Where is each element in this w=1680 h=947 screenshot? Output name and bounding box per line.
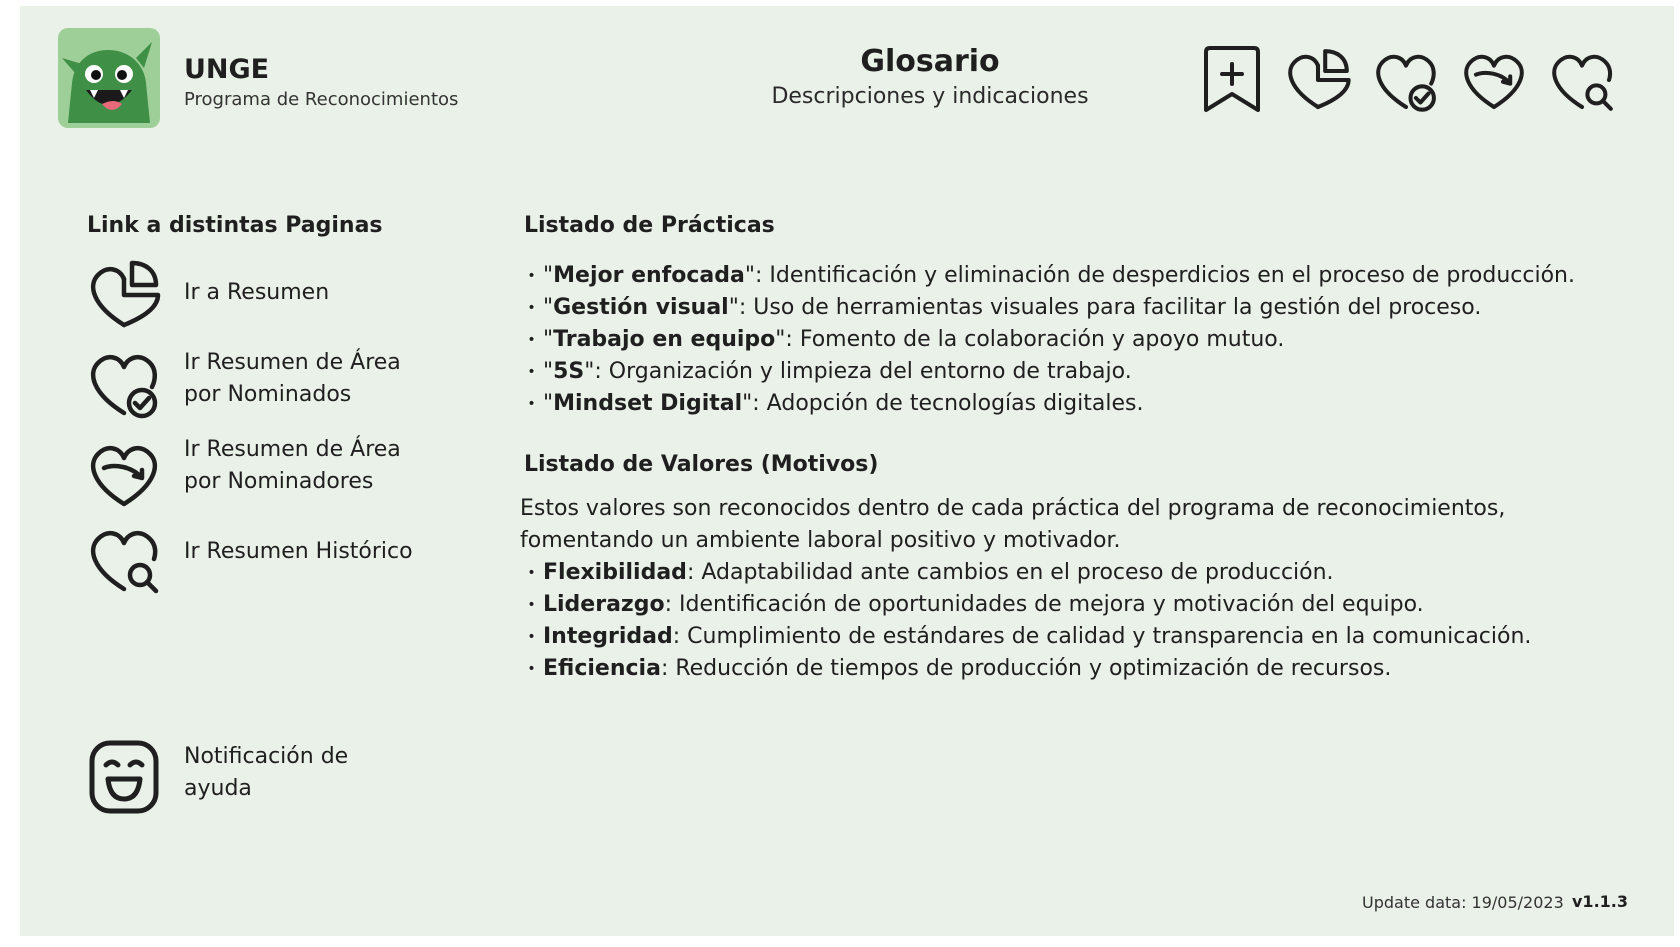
bullet: • (527, 661, 536, 677)
nav-link-resumen[interactable]: Ir a Resumen (84, 255, 444, 335)
list-item: • Integridad: Cumplimiento de estándares … (520, 621, 1531, 653)
list-item: • Flexibilidad: Adaptabilidad ante cambio… (520, 557, 1531, 589)
update-date: Update data: 19/05/2023 (1362, 893, 1564, 912)
values-heading: Listado de Valores (Motivos) (524, 452, 879, 477)
list-item: • "Mejor enfocada": Identificación y elim… (520, 260, 1575, 292)
nav-label-line: Ir Resumen de Área (184, 350, 401, 375)
heart-chart-icon (90, 260, 161, 328)
page-subtitle: Descripciones y indicaciones (771, 84, 1089, 109)
practice-term: Trabajo en equipo (553, 327, 776, 352)
value-desc: : Adaptabilidad ante cambios en el proce… (686, 560, 1334, 585)
bullet: • (527, 629, 536, 645)
nav-label: Ir Resumen Histórico (184, 539, 413, 564)
bookmark-plus-icon[interactable] (1196, 44, 1268, 116)
nav-label-line: ayuda (184, 776, 252, 801)
practice-desc: : Organización y limpieza del entorno de… (594, 359, 1132, 384)
list-item: • "Trabajo en equipo": Fomento de la cola… (520, 324, 1575, 356)
nav-label-line: por Nominados (184, 382, 352, 407)
heart-check-icon (90, 354, 158, 419)
nav-link-resumen-nominados[interactable]: Ir Resumen de Área por Nominados (84, 343, 444, 423)
practice-desc: : Identificación y eliminación de desper… (754, 263, 1575, 288)
heart-refresh-icon[interactable] (1458, 44, 1530, 116)
value-desc: : Reducción de tiempos de producción y o… (660, 656, 1392, 681)
nav-label-line: por Nominadores (184, 469, 374, 494)
nav-label: Ir a Resumen (184, 280, 330, 305)
brand-subtitle: Programa de Reconocimientos (184, 89, 459, 110)
list-item: • "Gestión visual": Uso de herramientas v… (520, 292, 1575, 324)
list-item: • "Mindset Digital": Adopción de tecnolog… (520, 388, 1575, 420)
bullet: • (527, 364, 536, 380)
bullet: • (527, 565, 536, 581)
nav-link-resumen-historico[interactable]: Ir Resumen Histórico (84, 519, 444, 599)
list-item: • Eficiencia: Reducción de tiempos de pro… (520, 653, 1531, 685)
bullet: • (527, 332, 536, 348)
nav-heading: Link a distintas Paginas (87, 213, 383, 238)
values-intro: Estos valores son reconocidos dentro de … (520, 493, 1520, 557)
nav-label-line: Ir Resumen de Área (184, 437, 401, 462)
practices-heading: Listado de Prácticas (524, 213, 775, 238)
list-item: • Liderazgo: Identificación de oportunida… (520, 589, 1531, 621)
practice-term: 5S (553, 359, 585, 384)
practice-term: Gestión visual (553, 295, 729, 320)
heart-check-icon[interactable] (1370, 44, 1442, 116)
value-term: Eficiencia (543, 656, 661, 681)
smiley-face-icon (89, 740, 159, 814)
value-term: Flexibilidad (543, 560, 687, 585)
practice-term: Mejor enfocada (553, 263, 745, 288)
bullet: • (527, 268, 536, 284)
list-item: • "5S": Organización y limpieza del entor… (520, 356, 1575, 388)
values-intro-line: fomentando un ambiente laboral positivo … (520, 528, 1121, 553)
practice-desc: : Adopción de tecnologías digitales. (752, 391, 1144, 416)
practices-list: • "Mejor enfocada": Identificación y elim… (520, 260, 1575, 420)
page-title: Glosario (860, 44, 1000, 79)
heart-chart-icon[interactable] (1282, 44, 1354, 116)
practice-term: Mindset Digital (553, 391, 743, 416)
value-term: Liderazgo (543, 592, 665, 617)
heart-refresh-icon (90, 445, 158, 507)
practice-desc: : Fomento de la colaboración y apoyo mut… (785, 327, 1285, 352)
version-label: v1.1.3 (1572, 892, 1628, 911)
bullet: • (527, 396, 536, 412)
bullet: • (527, 597, 536, 613)
values-intro-line: Estos valores son reconocidos dentro de … (520, 496, 1506, 521)
bullet: • (527, 300, 536, 316)
nav-label-line: Notificación de (184, 744, 349, 769)
heart-search-icon (90, 530, 159, 594)
unge-monster-logo (58, 28, 160, 128)
practice-desc: : Uso de herramientas visuales para faci… (738, 295, 1482, 320)
help-notification-button[interactable]: Notificación de ayuda (84, 737, 444, 817)
brand-name: UNGE (184, 54, 270, 85)
values-list: • Flexibilidad: Adaptabilidad ante cambio… (520, 557, 1531, 685)
value-desc: : Identificación de oportunidades de mej… (664, 592, 1424, 617)
value-desc: : Cumplimiento de estándares de calidad … (672, 624, 1532, 649)
value-term: Integridad (543, 624, 673, 649)
nav-link-resumen-nominadores[interactable]: Ir Resumen de Área por Nominadores (84, 434, 444, 514)
heart-search-icon[interactable] (1546, 44, 1618, 116)
